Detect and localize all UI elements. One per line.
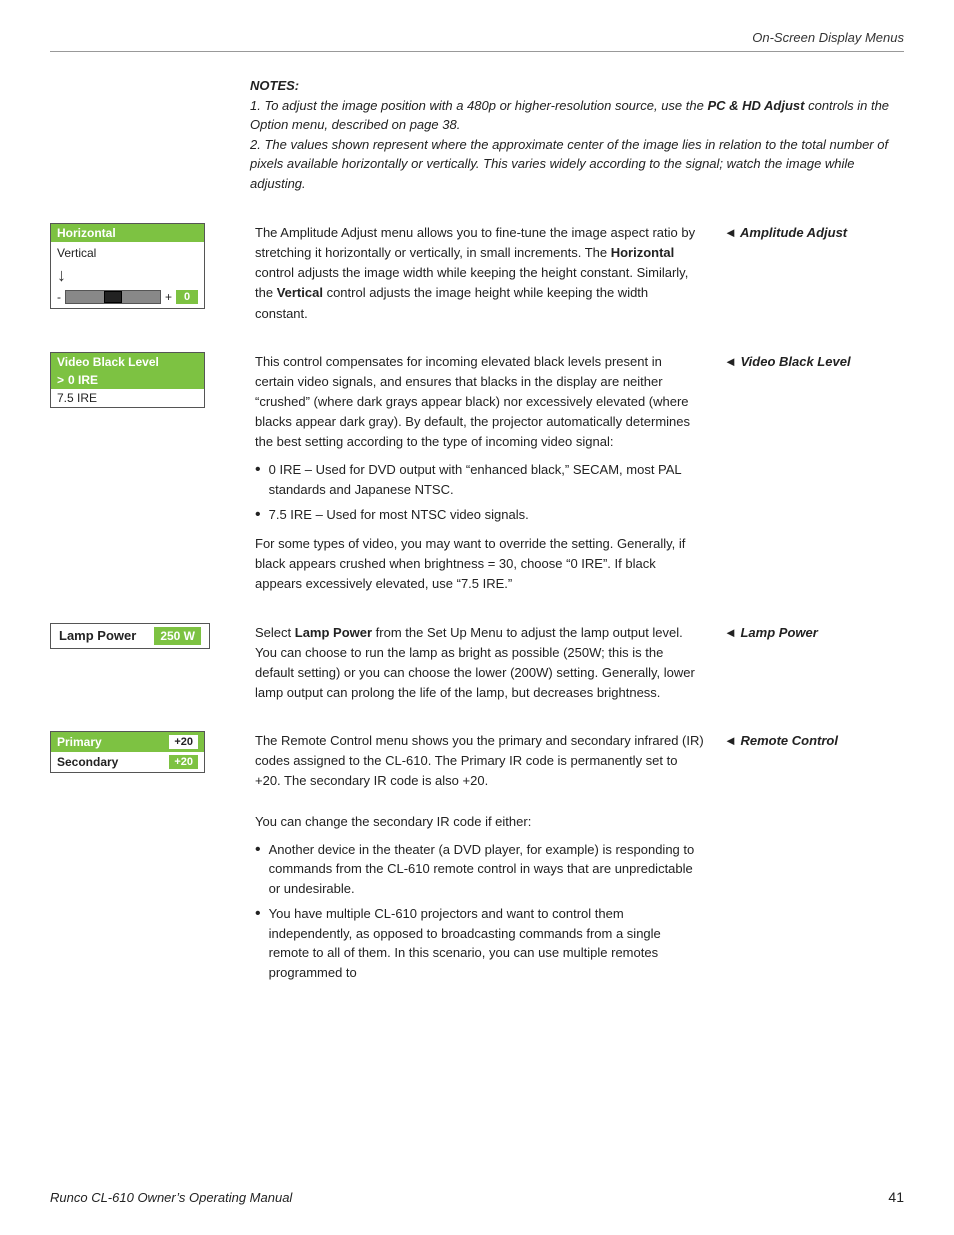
amplitude-vertical-bold: Vertical [277,285,323,300]
amplitude-left-panel: Horizontal Vertical ↓ - + 0 [50,223,235,309]
vbl-menu-header: Video Black Level [51,353,204,371]
note-1: 1. To adjust the image position with a 4… [250,98,889,133]
note-2: 2. The values shown represent where the … [250,137,888,191]
vbl-desc-text: This control compensates for incoming el… [255,354,690,450]
notes-title: NOTES: [250,78,299,93]
rc-bullet-dot-1: • [255,840,261,861]
amplitude-right-label: Amplitude Adjust [724,223,904,240]
slider-value: 0 [176,290,198,304]
rc-right-label: Remote Control [724,731,904,748]
vbl-right-label: Video Black Level [724,352,904,369]
footer-page-number: 41 [888,1189,904,1205]
vbl-bullet-2: • 7.5 IRE – Used for most NTSC video sig… [255,505,704,526]
rc-secondary-label: Secondary [57,755,169,769]
lamp-menu-box: Lamp Power 250 W [50,623,210,649]
rc-secondary-value: +20 [169,755,198,769]
vbl-bullet-2-text: 7.5 IRE – Used for most NTSC video signa… [269,505,529,525]
vbl-menu-box: Video Black Level > 0 IRE 7.5 IRE [50,352,205,408]
rc-menu-box: Primary +20 Secondary +20 [50,731,205,773]
rc-primary-row: Primary +20 [51,732,204,752]
vbl-bullet-1-text: 0 IRE – Used for DVD output with “enhanc… [269,460,704,499]
lamp-section: Lamp Power 250 W Select Lamp Power from … [50,623,904,704]
amplitude-menu-header: Horizontal [51,224,204,242]
amplitude-description: The Amplitude Adjust menu allows you to … [255,223,704,324]
vbl-75ire-label: 7.5 IRE [57,391,97,405]
page-footer: Runco CL-610 Owner’s Operating Manual 41 [50,1189,904,1205]
amplitude-horizontal-bold: Horizontal [611,245,675,260]
slider-track [65,290,161,304]
rc-primary-value: +20 [169,735,198,749]
amplitude-vertical-item: Vertical [57,246,198,264]
lamp-value: 250 W [154,627,201,645]
lamp-description: Select Lamp Power from the Set Up Menu t… [255,623,704,704]
amplitude-adjust-section: Horizontal Vertical ↓ - + 0 The Amplitud… [50,223,904,324]
footer-left: Runco CL-610 Owner’s Operating Manual [50,1190,292,1205]
vbl-0ire-label: 0 IRE [68,373,98,387]
vbl-left-panel: Video Black Level > 0 IRE 7.5 IRE [50,352,235,408]
rc-bullet-1-text: Another device in the theater (a DVD pla… [269,840,704,899]
slider-plus: + [165,290,172,304]
vbl-description: This control compensates for incoming el… [255,352,704,595]
vbl-selected-arrow: > [57,373,64,387]
vbl-item-0ire-selected: > 0 IRE [51,371,204,389]
header-title: On-Screen Display Menus [752,30,904,45]
bullet-dot-2: • [255,505,261,526]
vbl-desc-after: For some types of video, you may want to… [255,536,685,591]
vbl-item-75ire: 7.5 IRE [51,389,204,407]
slider-minus: - [57,290,61,304]
rc-section: Primary +20 Secondary +20 The Remote Con… [50,731,904,990]
notes-section: NOTES: 1. To adjust the image position w… [250,76,904,193]
rc-bullet-dot-2: • [255,904,261,925]
lamp-left-panel: Lamp Power 250 W [50,623,235,649]
note-1-bold: PC & HD Adjust [707,98,804,113]
vbl-bullet-1: • 0 IRE – Used for DVD output with “enha… [255,460,704,499]
rc-bullet-2-text: You have multiple CL-610 projectors and … [269,904,704,982]
rc-desc-part1: The Remote Control menu shows you the pr… [255,733,704,788]
lamp-bold: Lamp Power [295,625,372,640]
page-container: On-Screen Display Menus NOTES: 1. To adj… [0,0,954,1235]
rc-left-panel: Primary +20 Secondary +20 [50,731,235,773]
slider-thumb [104,291,122,303]
vbl-bullet-list: • 0 IRE – Used for DVD output with “enha… [255,460,704,526]
lamp-label: Lamp Power [59,628,136,643]
header-rule [50,51,904,52]
rc-secondary-row: Secondary +20 [51,752,204,772]
vbl-section: Video Black Level > 0 IRE 7.5 IRE This c… [50,352,904,595]
bullet-dot-1: • [255,460,261,481]
rc-bullet-1: • Another device in the theater (a DVD p… [255,840,704,899]
rc-description: The Remote Control menu shows you the pr… [255,731,704,990]
amplitude-slider-row: - + 0 [57,290,198,304]
rc-bullet-list: • Another device in the theater (a DVD p… [255,840,704,983]
rc-bullet-2: • You have multiple CL-610 projectors an… [255,904,704,982]
rc-desc-part2: You can change the secondary IR code if … [255,814,531,829]
page-header: On-Screen Display Menus [50,30,904,45]
lamp-right-label: Lamp Power [724,623,904,640]
amplitude-menu-box: Horizontal Vertical ↓ - + 0 [50,223,205,309]
rc-primary-label: Primary [57,735,169,749]
amplitude-arrow-down: ↓ [57,264,198,286]
